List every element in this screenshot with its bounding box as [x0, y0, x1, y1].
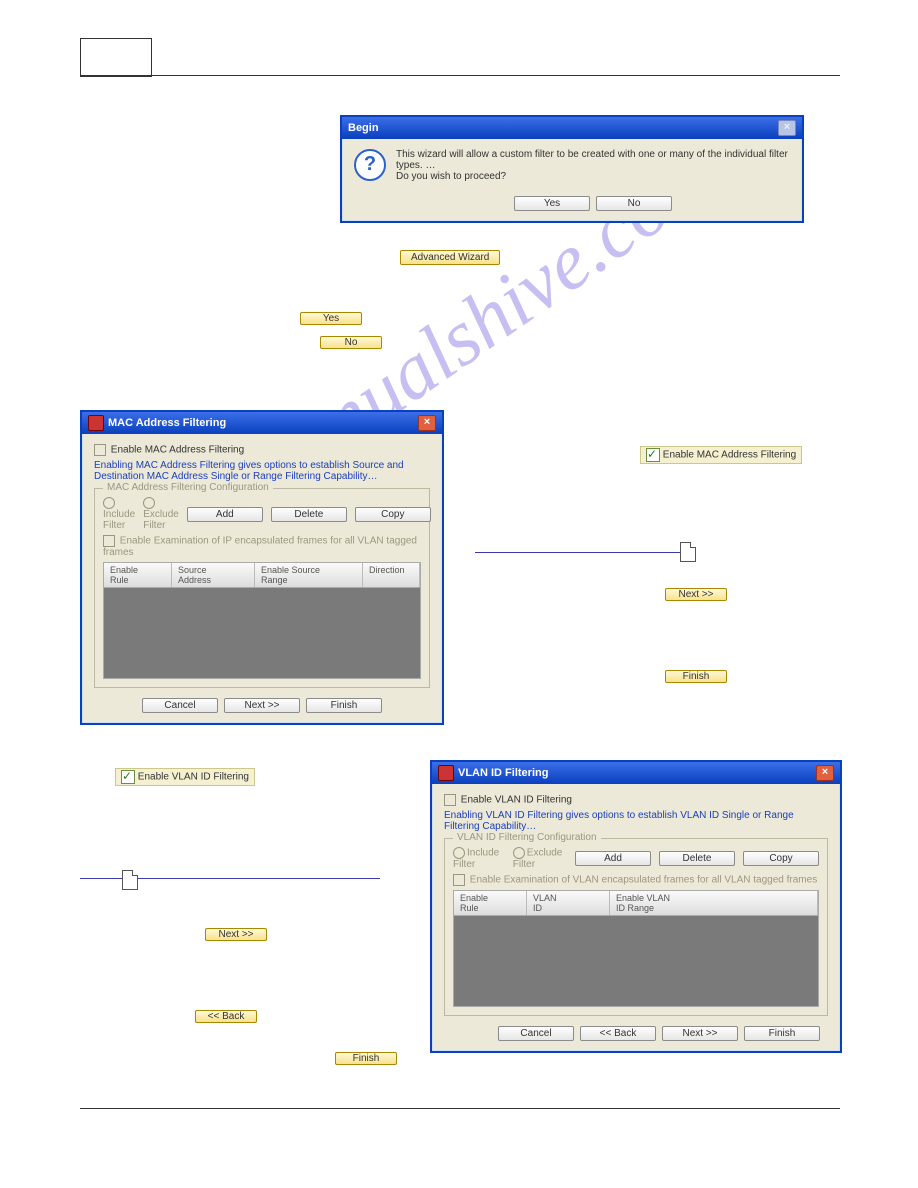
mac-filtering-dialog: MAC Address Filtering × Enable MAC Addre… — [80, 410, 444, 725]
begin-dialog: Begin × ? This wizard will allow a custo… — [340, 115, 804, 223]
vlan-title-text: VLAN ID Filtering — [458, 767, 548, 779]
vlan-copy-button[interactable]: Copy — [743, 851, 819, 866]
mac-exclude-radio[interactable] — [143, 497, 155, 509]
mac-finish-button[interactable]: Finish — [306, 698, 382, 713]
vlan-back-button[interactable]: << Back — [580, 1026, 656, 1041]
mac-include-label: Include Filter — [103, 509, 135, 531]
mac-title-text: MAC Address Filtering — [108, 417, 226, 429]
mac-exam-label: Enable Examination of IP encapsulated fr… — [103, 536, 417, 558]
vlan-title-bar: VLAN ID Filtering × — [432, 762, 840, 784]
yes-button[interactable]: Yes — [300, 312, 362, 325]
vlan-body: Enable VLAN ID Filtering Enabling VLAN I… — [432, 784, 840, 1051]
begin-yes-button[interactable]: Yes — [514, 196, 590, 211]
mac-group-title: MAC Address Filtering Configuration — [103, 482, 273, 493]
vlan-exam-checkbox[interactable] — [453, 874, 465, 886]
page-number-box — [80, 38, 152, 77]
vlan-enable-chip: Enable VLAN ID Filtering — [115, 768, 255, 786]
finish-button-left[interactable]: Finish — [335, 1052, 397, 1065]
mac-title-bar: MAC Address Filtering × — [82, 412, 442, 434]
mac-col-1: Enable Rule — [104, 563, 172, 587]
vlan-enable-checkbox[interactable] — [444, 794, 456, 806]
mac-delete-button[interactable]: Delete — [271, 507, 347, 522]
link-line-1 — [475, 552, 680, 553]
mac-groupbox: MAC Address Filtering Configuration Incl… — [94, 488, 430, 688]
mac-enable-chip: Enable MAC Address Filtering — [640, 446, 802, 464]
vlan-enable-chip-label: Enable VLAN ID Filtering — [138, 772, 249, 783]
no-button[interactable]: No — [320, 336, 382, 349]
app-icon — [88, 415, 104, 431]
finish-button-right[interactable]: Finish — [665, 670, 727, 683]
vlan-col-2: VLAN ID — [527, 891, 610, 915]
vlan-enable-label: Enable VLAN ID Filtering — [461, 795, 572, 806]
page-icon — [680, 542, 696, 562]
mac-exam-checkbox[interactable] — [103, 535, 115, 547]
vlan-add-button[interactable]: Add — [575, 851, 651, 866]
vlan-table-header: Enable Rule VLAN ID Enable VLAN ID Range — [453, 890, 819, 916]
back-button-left[interactable]: << Back — [195, 1010, 257, 1023]
mac-col-3: Enable Source Range — [255, 563, 363, 587]
mac-copy-button[interactable]: Copy — [355, 507, 431, 522]
mac-exclude-label: Exclude Filter — [143, 509, 179, 531]
mac-enable-checkbox[interactable] — [94, 444, 106, 456]
vlan-filtering-dialog: VLAN ID Filtering × Enable VLAN ID Filte… — [430, 760, 842, 1053]
begin-line2: Do you wish to proceed? — [396, 171, 790, 182]
mac-table-header: Enable Rule Source Address Enable Source… — [103, 562, 421, 588]
mac-table-body — [103, 588, 421, 679]
begin-line1: This wizard will allow a custom filter t… — [396, 149, 790, 171]
checkbox-checked-icon — [121, 770, 135, 784]
begin-body: ? This wizard will allow a custom filter… — [342, 139, 802, 221]
mac-hint: Enabling MAC Address Filtering gives opt… — [94, 460, 430, 482]
vlan-col-1: Enable Rule — [454, 891, 527, 915]
vlan-finish-button[interactable]: Finish — [744, 1026, 820, 1041]
close-icon[interactable]: × — [418, 415, 436, 431]
mac-enable-chip-label: Enable MAC Address Filtering — [663, 450, 796, 461]
vlan-exclude-radio[interactable] — [513, 847, 525, 859]
divider-bottom — [80, 1108, 840, 1109]
mac-col-4: Direction — [363, 563, 420, 587]
mac-add-button[interactable]: Add — [187, 507, 263, 522]
close-icon[interactable]: × — [816, 765, 834, 781]
divider-top — [80, 75, 840, 76]
vlan-table-body — [453, 916, 819, 1007]
begin-no-button[interactable]: No — [596, 196, 672, 211]
vlan-group-title: VLAN ID Filtering Configuration — [453, 832, 601, 843]
mac-body: Enable MAC Address Filtering Enabling MA… — [82, 434, 442, 723]
mac-include-radio[interactable] — [103, 497, 115, 509]
mac-cancel-button[interactable]: Cancel — [142, 698, 218, 713]
app-icon — [438, 765, 454, 781]
mac-col-2: Source Address — [172, 563, 255, 587]
vlan-include-radio[interactable] — [453, 847, 465, 859]
vlan-cancel-button[interactable]: Cancel — [498, 1026, 574, 1041]
vlan-groupbox: VLAN ID Filtering Configuration Include … — [444, 838, 828, 1016]
page-icon — [122, 870, 138, 890]
vlan-exam-label: Enable Examination of VLAN encapsulated … — [470, 875, 817, 886]
begin-title-text: Begin — [348, 122, 379, 134]
vlan-next-button[interactable]: Next >> — [662, 1026, 738, 1041]
question-icon: ? — [354, 149, 386, 181]
next-button-left[interactable]: Next >> — [205, 928, 267, 941]
mac-next-button[interactable]: Next >> — [224, 698, 300, 713]
vlan-col-3: Enable VLAN ID Range — [610, 891, 818, 915]
advanced-wizard-button[interactable]: Advanced Wizard — [400, 250, 500, 265]
mac-enable-label: Enable MAC Address Filtering — [111, 445, 244, 456]
checkbox-checked-icon — [646, 448, 660, 462]
vlan-delete-button[interactable]: Delete — [659, 851, 735, 866]
begin-title-bar: Begin × — [342, 117, 802, 139]
close-icon[interactable]: × — [778, 120, 796, 136]
vlan-hint: Enabling VLAN ID Filtering gives options… — [444, 810, 828, 832]
next-button-right[interactable]: Next >> — [665, 588, 727, 601]
